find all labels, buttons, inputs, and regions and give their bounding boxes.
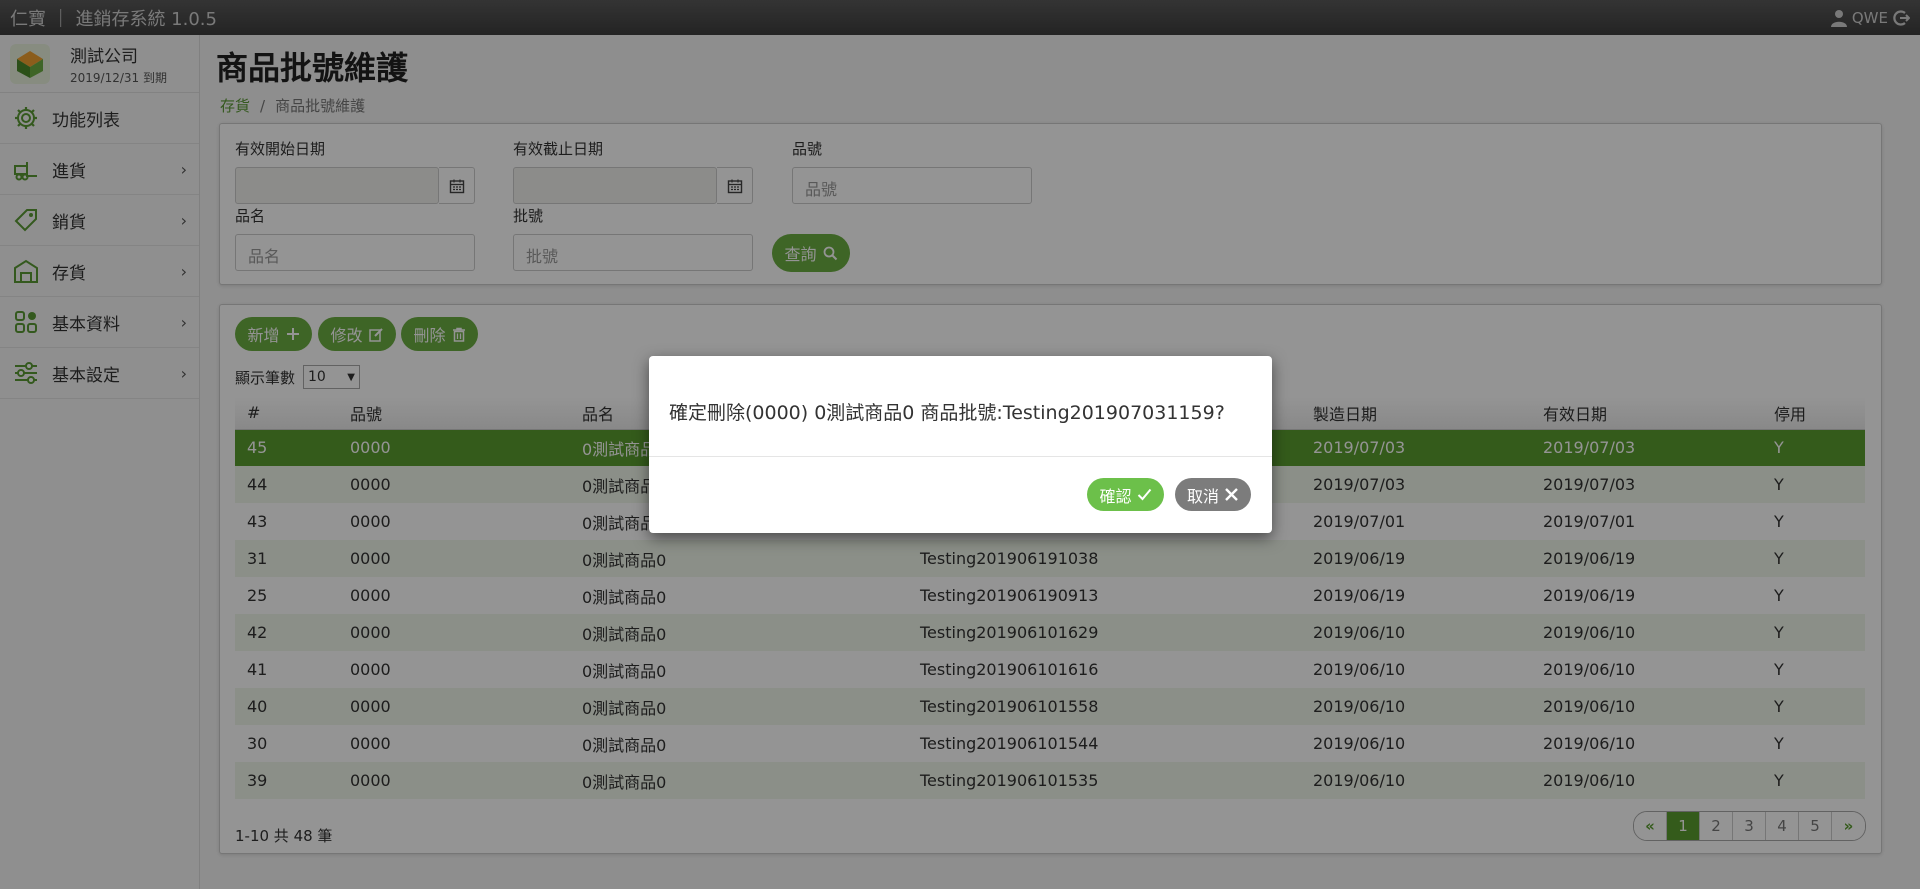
confirm-delete-dialog: 確定刪除(0000) 0測試商品0 商品批號:Testing2019070311… — [649, 356, 1272, 533]
dialog-message: 確定刪除(0000) 0測試商品0 商品批號:Testing2019070311… — [669, 402, 1225, 424]
cancel-button[interactable]: 取消 — [1175, 478, 1251, 511]
dialog-divider — [649, 456, 1272, 457]
check-icon — [1137, 488, 1151, 501]
cancel-button-label: 取消 — [1186, 486, 1219, 506]
confirm-button-label: 確認 — [1099, 486, 1132, 506]
close-icon — [1225, 488, 1238, 501]
confirm-button[interactable]: 確認 — [1087, 478, 1164, 511]
